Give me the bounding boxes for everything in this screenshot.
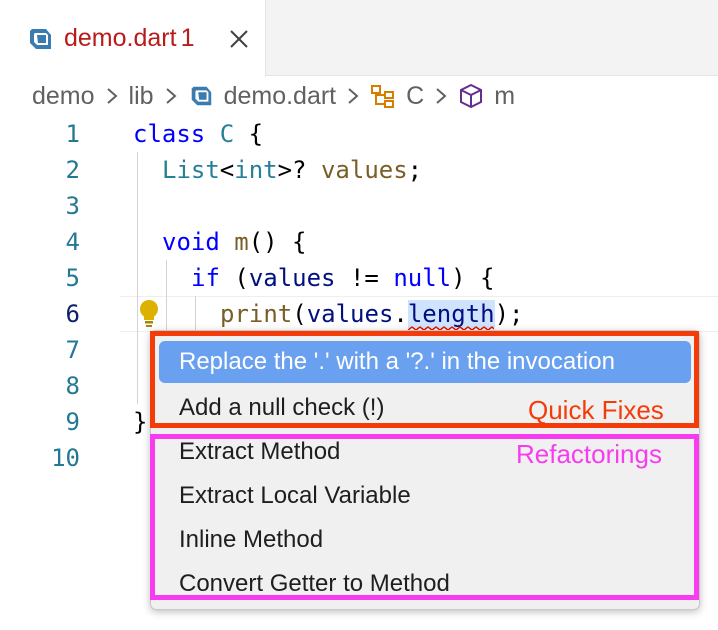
chevron-right-icon bbox=[436, 88, 447, 104]
dart-file-icon bbox=[191, 86, 211, 106]
breadcrumb-item-file[interactable]: demo.dart bbox=[224, 82, 337, 111]
code-line-9: } bbox=[133, 408, 148, 436]
line-number: 1 bbox=[65, 120, 80, 148]
breadcrumb-item-method[interactable]: m bbox=[494, 82, 515, 111]
selected-token: length bbox=[407, 300, 495, 328]
close-icon[interactable] bbox=[226, 26, 252, 52]
line-number: 7 bbox=[65, 336, 80, 364]
breadcrumb: demo lib demo.dart C m bbox=[32, 78, 515, 114]
dart-file-icon bbox=[30, 29, 51, 49]
indent-guide bbox=[137, 152, 138, 404]
breadcrumb-item-lib[interactable]: lib bbox=[129, 82, 154, 111]
tab-file-name: demo.dart bbox=[64, 24, 177, 52]
line-number: 4 bbox=[65, 228, 80, 256]
line-number: 9 bbox=[65, 408, 80, 436]
refactorings-label: Refactorings bbox=[516, 439, 662, 469]
method-icon bbox=[460, 83, 483, 109]
line-number: 3 bbox=[65, 192, 80, 220]
code-line-2: List<int>? values; bbox=[162, 156, 423, 184]
class-icon bbox=[371, 85, 395, 108]
line-number: 10 bbox=[51, 444, 80, 472]
lightbulb-icon[interactable] bbox=[137, 298, 161, 328]
code-line-5: if (values != null) { bbox=[191, 264, 495, 292]
chevron-right-icon bbox=[348, 88, 359, 104]
line-number: 5 bbox=[65, 264, 80, 292]
indent-guide bbox=[195, 296, 196, 332]
chevron-right-icon bbox=[165, 88, 177, 104]
line-number-current: 6 bbox=[65, 300, 80, 328]
code-line-4: void m() { bbox=[162, 228, 307, 256]
problem-count-badge: 1 bbox=[180, 24, 195, 52]
line-number: 2 bbox=[65, 156, 80, 184]
tab-demo-dart[interactable]: demo.dart 1 bbox=[0, 0, 266, 77]
indent-guide bbox=[166, 260, 167, 332]
chevron-right-icon bbox=[106, 88, 118, 104]
quick-fixes-label: Quick Fixes bbox=[528, 395, 664, 425]
tab-bar: demo.dart 1 bbox=[0, 0, 718, 77]
breadcrumb-item-demo[interactable]: demo bbox=[32, 82, 95, 111]
breadcrumb-item-class[interactable]: C bbox=[406, 82, 424, 111]
line-number: 8 bbox=[65, 372, 80, 400]
code-line-1: class C { bbox=[133, 120, 264, 148]
